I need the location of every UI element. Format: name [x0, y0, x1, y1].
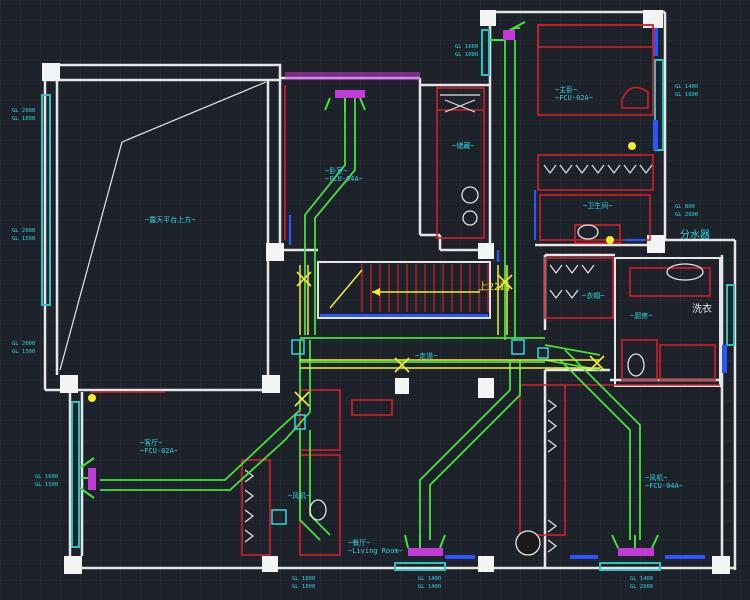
bedroom-note: ~卧室~ [325, 166, 347, 175]
fcu [408, 548, 443, 556]
master-bed-sub: ~FCU-02A~ [555, 94, 593, 102]
fcu [88, 468, 96, 490]
bed2-note: ~风机~ [645, 473, 667, 482]
bath-label: ~卫生间~ [583, 201, 612, 210]
dim-note: GL 1500 [12, 349, 35, 355]
fcu-strip [285, 72, 420, 80]
dim-note: GL 1400 [630, 576, 653, 582]
cloak-label: ~衣帽~ [582, 291, 604, 300]
dim-note: GL 1000 [675, 92, 698, 98]
cad-grid [0, 0, 750, 600]
column [262, 375, 280, 393]
floor-drain [515, 530, 541, 556]
fcu [618, 548, 654, 556]
dim-note: GL 1000 [455, 52, 478, 58]
fan-label: ~风机~ [288, 491, 310, 500]
water-separator-label: 分水器 [680, 229, 710, 241]
kitchen-label: ~厨房~ [630, 311, 652, 320]
terrace-note: ~露天平台上方~ [145, 215, 195, 224]
floor-plan-drawing: 上22踏 ~露天平台上方~ ~卧室~ ~FCU-04A~ ~主卧~ ~FCU-0… [0, 0, 750, 600]
dim-note: GL 1400 [418, 576, 441, 582]
dim-note: GL 1600 [35, 474, 58, 480]
marker-dot [628, 142, 636, 150]
marker-dot [606, 236, 614, 244]
dim-note: GL 2000 [12, 228, 35, 234]
dim-note: GL 1400 [675, 84, 698, 90]
cad-drawing-viewport[interactable]: 上22踏 ~露天平台上方~ ~卧室~ ~FCU-04A~ ~主卧~ ~FCU-0… [0, 0, 750, 600]
column [712, 556, 730, 574]
corridor-label: ~走道~ [415, 351, 437, 360]
column [262, 556, 278, 572]
storage-label: ~储藏~ [452, 141, 474, 150]
dim-note: GL 1400 [418, 584, 441, 590]
living-sub: ~FCU-02A~ [140, 447, 178, 455]
dim-note: GL 1800 [12, 116, 35, 122]
column [478, 556, 494, 572]
column [64, 556, 82, 574]
column [480, 10, 496, 26]
master-bed-note: ~主卧~ [555, 85, 577, 94]
dim-note: GL 2000 [12, 341, 35, 347]
dim-note: GL 1600 [455, 44, 478, 50]
living-note: ~客厅~ [140, 438, 162, 447]
marker-dot [88, 394, 96, 402]
bedroom-sub: ~FCU-04A~ [325, 175, 363, 183]
dining-sub: ~Living Room~ [348, 547, 403, 555]
dim-note: GL 1800 [292, 584, 315, 590]
bed2-sub: ~FCU-04A~ [645, 482, 683, 490]
fcu [335, 90, 365, 98]
dim-note: GL 1500 [35, 482, 58, 488]
dining-note: ~餐厅~ [348, 538, 370, 547]
dim-note: GL 1800 [292, 576, 315, 582]
dim-note: GL 1500 [12, 236, 35, 242]
column [478, 243, 494, 259]
fcu [503, 30, 515, 40]
column [42, 63, 60, 81]
dim-note: GL 2000 [12, 108, 35, 114]
column [395, 378, 409, 394]
dim-note: GL 2000 [630, 584, 653, 590]
column [478, 378, 494, 398]
laundry-label: 洗衣 [692, 302, 712, 315]
dim-note: GL 2000 [675, 212, 698, 218]
column [266, 243, 284, 261]
column [60, 375, 78, 393]
dim-note: GL 800 [675, 204, 695, 210]
